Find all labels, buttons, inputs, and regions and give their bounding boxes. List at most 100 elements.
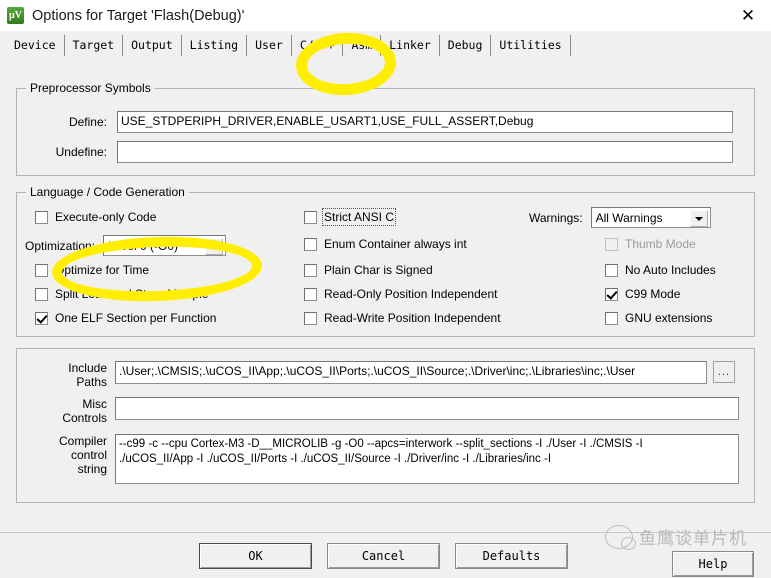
tab-debug[interactable]: Debug bbox=[439, 35, 492, 56]
checkbox-one-elf-section-per-function[interactable]: One ELF Section per Function bbox=[35, 311, 216, 325]
checkbox-box[interactable] bbox=[35, 311, 48, 325]
checkbox-label: Read-Write Position Independent bbox=[324, 311, 501, 325]
preprocessor-group-legend: Preprocessor Symbols bbox=[26, 81, 155, 95]
tab-listing[interactable]: Listing bbox=[181, 35, 248, 56]
uvision-icon: µV bbox=[7, 7, 24, 24]
misc-controls-label-line1: Misc bbox=[82, 397, 107, 411]
define-label: Define: bbox=[68, 115, 107, 129]
checkbox-label: Plain Char is Signed bbox=[324, 263, 433, 277]
compiler-control-string-row: Compiler control string --c99 -c --cpu C… bbox=[37, 434, 739, 484]
checkbox-label: Thumb Mode bbox=[625, 237, 696, 251]
compiler-control-string-line2: ./uCOS_II/App -I ./uCOS_II/Ports -I ./uC… bbox=[119, 453, 552, 465]
checkbox-label: Optimize for Time bbox=[55, 263, 150, 277]
include-paths-label: Include Paths bbox=[37, 361, 107, 389]
tab-device[interactable]: Device bbox=[6, 35, 65, 56]
checkbox-box[interactable] bbox=[35, 287, 48, 301]
warnings-dropdown[interactable]: All Warnings bbox=[590, 207, 711, 228]
defaults-button[interactable]: Defaults bbox=[455, 543, 568, 569]
checkbox-thumb-mode: Thumb Mode bbox=[605, 237, 696, 251]
compiler-control-string-input[interactable]: --c99 -c --cpu Cortex-M3 -D__MICROLIB -g… bbox=[115, 434, 739, 484]
checkbox-gnu-extensions[interactable]: GNU extensions bbox=[605, 311, 712, 325]
checkbox-label: GNU extensions bbox=[625, 311, 713, 325]
browse-include-paths-button[interactable]: ... bbox=[713, 361, 735, 383]
checkbox-box[interactable] bbox=[304, 263, 317, 277]
tab-target[interactable]: Target bbox=[64, 35, 124, 56]
preprocessor-symbols-group: Preprocessor Symbols Define: USE_STDPERI… bbox=[16, 81, 755, 176]
checkbox-read-write-position-independent[interactable]: Read-Write Position Independent bbox=[304, 311, 501, 325]
dialog-footer: OK Cancel Defaults Help bbox=[0, 532, 771, 578]
checkbox-label: No Auto Includes bbox=[625, 263, 716, 277]
include-paths-input[interactable]: .\User;.\CMSIS;.\uCOS_II\App;.\uCOS_II\P… bbox=[115, 361, 707, 384]
checkbox-c99-mode[interactable]: C99 Mode bbox=[605, 287, 680, 301]
checkbox-execute-only-code[interactable]: Execute-only Code bbox=[35, 210, 156, 224]
checkbox-box[interactable] bbox=[304, 237, 317, 251]
compiler-label-line3: string bbox=[77, 462, 107, 476]
include-paths-label-line1: Include bbox=[68, 361, 107, 375]
window-title: Options for Target 'Flash(Debug)' bbox=[32, 7, 245, 24]
help-button[interactable]: Help bbox=[672, 551, 754, 577]
checkbox-label: Strict ANSI C bbox=[321, 208, 397, 226]
tab-strip: Device Target Output Listing User C/C++ … bbox=[0, 31, 771, 57]
checkbox-box[interactable] bbox=[304, 311, 317, 325]
optimization-row: Optimization: Level 0 (-O0) bbox=[25, 235, 227, 256]
tab-c-cpp[interactable]: C/C++ bbox=[291, 35, 344, 56]
optimization-value: Level 0 (-O0) bbox=[108, 238, 179, 253]
paths-group: Include Paths .\User;.\CMSIS;.\uCOS_II\A… bbox=[16, 348, 755, 503]
misc-controls-row: Misc Controls bbox=[37, 397, 739, 425]
language-group-legend: Language / Code Generation bbox=[26, 185, 189, 199]
dialog-body: Preprocessor Symbols Define: USE_STDPERI… bbox=[0, 56, 771, 532]
compiler-control-string-label: Compiler control string bbox=[37, 434, 107, 476]
compiler-control-string-line1: --c99 -c --cpu Cortex-M3 -D__MICROLIB -g… bbox=[119, 438, 643, 450]
checkbox-box[interactable] bbox=[605, 287, 618, 301]
optimization-label: Optimization: bbox=[25, 238, 96, 253]
undefine-row: Undefine: bbox=[45, 141, 733, 163]
chevron-down-icon[interactable] bbox=[689, 210, 708, 227]
tab-asm[interactable]: Asm bbox=[343, 35, 382, 56]
checkbox-label: Enum Container always int bbox=[324, 237, 467, 251]
checkbox-label: Execute-only Code bbox=[55, 210, 157, 224]
checkbox-label: Split Load and Store Multiple bbox=[55, 287, 209, 301]
compiler-label-line1: Compiler bbox=[58, 434, 107, 448]
checkbox-box[interactable] bbox=[304, 287, 317, 301]
warnings-value: All Warnings bbox=[595, 210, 663, 225]
checkbox-label: One ELF Section per Function bbox=[55, 311, 217, 325]
checkbox-box[interactable] bbox=[35, 210, 48, 224]
misc-controls-label-line2: Controls bbox=[62, 411, 107, 425]
warnings-row: Warnings: All Warnings bbox=[529, 207, 711, 228]
checkbox-split-load-and-store-multiple[interactable]: Split Load and Store Multiple bbox=[35, 287, 208, 301]
tab-user[interactable]: User bbox=[247, 35, 292, 56]
checkbox-strict-ansi-c[interactable]: Strict ANSI C bbox=[304, 208, 397, 226]
checkbox-optimize-for-time[interactable]: Optimize for Time bbox=[35, 263, 149, 277]
ok-button[interactable]: OK bbox=[199, 543, 312, 569]
close-icon[interactable]: ✕ bbox=[725, 0, 771, 31]
misc-controls-input[interactable] bbox=[115, 397, 739, 420]
warnings-label: Warnings: bbox=[529, 210, 583, 225]
tab-utilities[interactable]: Utilities bbox=[491, 35, 571, 56]
tab-linker[interactable]: Linker bbox=[381, 35, 440, 56]
optimization-dropdown[interactable]: Level 0 (-O0) bbox=[103, 235, 227, 256]
language-code-generation-group: Language / Code Generation Execute-only … bbox=[16, 185, 755, 337]
cancel-button[interactable]: Cancel bbox=[327, 543, 440, 569]
include-paths-row: Include Paths .\User;.\CMSIS;.\uCOS_II\A… bbox=[37, 361, 735, 389]
define-input[interactable]: USE_STDPERIPH_DRIVER,ENABLE_USART1,USE_F… bbox=[117, 111, 733, 133]
title-bar: µV Options for Target 'Flash(Debug)' ✕ bbox=[0, 0, 771, 31]
checkbox-box[interactable] bbox=[35, 263, 48, 277]
uvision-icon-glyph: µV bbox=[9, 10, 22, 21]
undefine-input[interactable] bbox=[117, 141, 733, 163]
checkbox-plain-char-is-signed[interactable]: Plain Char is Signed bbox=[304, 263, 433, 277]
tab-output[interactable]: Output bbox=[123, 35, 182, 56]
checkbox-box[interactable] bbox=[605, 263, 618, 277]
checkbox-label: C99 Mode bbox=[625, 287, 681, 301]
checkbox-read-only-position-independent[interactable]: Read-Only Position Independent bbox=[304, 287, 497, 301]
checkbox-label: Read-Only Position Independent bbox=[324, 287, 498, 301]
checkbox-box[interactable] bbox=[304, 210, 317, 224]
chevron-down-icon[interactable] bbox=[205, 238, 224, 255]
checkbox-box[interactable] bbox=[605, 311, 618, 325]
checkbox-box bbox=[605, 237, 618, 251]
misc-controls-label: Misc Controls bbox=[37, 397, 107, 425]
compiler-label-line2: control bbox=[70, 448, 107, 462]
checkbox-enum-container-always-int[interactable]: Enum Container always int bbox=[304, 237, 467, 251]
checkbox-no-auto-includes[interactable]: No Auto Includes bbox=[605, 263, 716, 277]
define-row: Define: USE_STDPERIPH_DRIVER,ENABLE_USAR… bbox=[45, 111, 733, 133]
include-paths-label-line2: Paths bbox=[76, 375, 107, 389]
